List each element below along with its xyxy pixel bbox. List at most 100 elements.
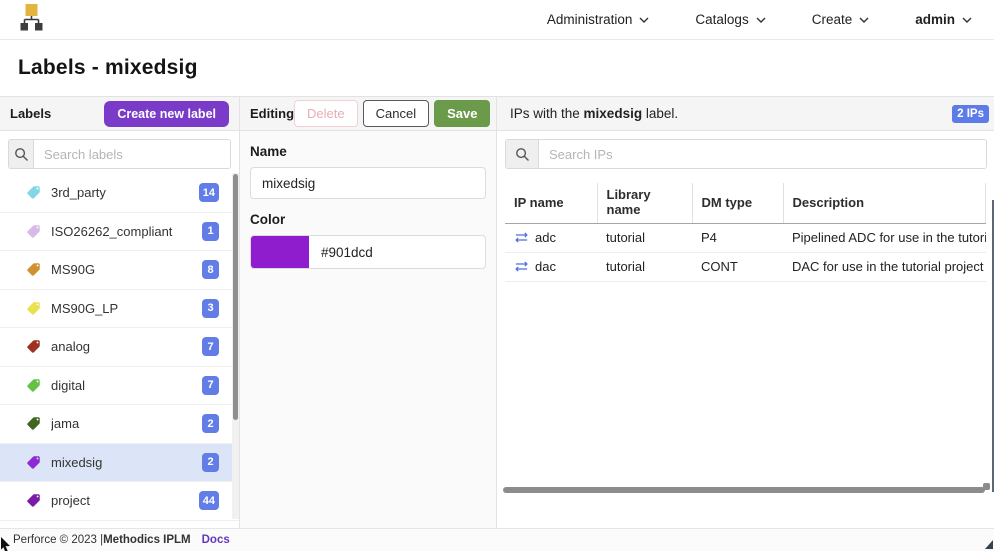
nav-user-menu[interactable]: admin: [915, 12, 972, 27]
col-header-description[interactable]: Description: [783, 183, 986, 224]
page-title: Labels - mixedsig: [18, 56, 198, 80]
search-icon[interactable]: [9, 140, 34, 168]
label-count-badge: 1: [202, 222, 219, 241]
name-input[interactable]: [250, 167, 486, 199]
editing-panel-title: Editing: [250, 106, 294, 121]
cancel-button[interactable]: Cancel: [363, 100, 429, 127]
chevron-down-icon: [962, 17, 972, 23]
save-button[interactable]: Save: [434, 100, 490, 127]
label-name: MS90G: [51, 262, 202, 277]
labels-scrollbar-track[interactable]: [232, 173, 239, 519]
label-count-badge: 14: [199, 183, 219, 202]
col-header-ip-name[interactable]: IP name: [505, 183, 597, 224]
label-count-badge: 7: [202, 376, 219, 395]
labels-search-wrap: [0, 131, 239, 174]
label-name: 3rd_party: [51, 185, 199, 200]
top-nav: Administration Catalogs Create admin: [547, 12, 972, 27]
color-field-label: Color: [250, 212, 486, 227]
main-content: Labels Create new label 3rd_party14ISO26…: [0, 97, 994, 528]
nav-catalogs-label: Catalogs: [695, 12, 748, 27]
nav-user-label: admin: [915, 12, 955, 27]
label-name: digital: [51, 378, 202, 393]
ip-name[interactable]: dac: [535, 259, 556, 274]
ips-header-suffix: label.: [642, 106, 678, 121]
label-row-jama[interactable]: jama2: [0, 405, 239, 444]
label-count-badge: 44: [199, 491, 219, 510]
color-hex-value: #901dcd: [309, 236, 373, 268]
label-name: project: [51, 493, 199, 508]
label-row-MS90G_LP[interactable]: MS90G_LP3: [0, 290, 239, 329]
tag-icon: [26, 455, 41, 470]
search-icon[interactable]: [506, 140, 539, 168]
ips-count-badge: 2 IPs: [952, 105, 989, 123]
editing-panel: Editing Delete Cancel Save Name Color #9…: [240, 97, 497, 528]
color-picker-field[interactable]: #901dcd: [250, 235, 486, 269]
topbar: Administration Catalogs Create admin: [0, 0, 994, 40]
ip-name[interactable]: adc: [535, 230, 556, 245]
editing-panel-header: Editing Delete Cancel Save: [240, 97, 496, 131]
label-row-analog[interactable]: analog7: [0, 328, 239, 367]
ip-swap-icon: [514, 259, 529, 274]
ips-header-prefix: IPs with the: [510, 106, 584, 121]
ips-table-header-row: IP name Library name DM type Description: [505, 183, 986, 224]
ip-row-adc[interactable]: adc tutorialP4Pipelined ADC for use in th…: [505, 224, 986, 253]
ips-horizontal-scrollbar-thumb[interactable]: [503, 487, 985, 493]
nav-administration-label: Administration: [547, 12, 633, 27]
tag-icon: [26, 339, 41, 354]
titlebar: Labels - mixedsig: [0, 40, 994, 97]
ips-search-wrap: [497, 131, 994, 169]
create-new-label-button[interactable]: Create new label: [104, 101, 229, 127]
chevron-down-icon: [639, 17, 649, 23]
tag-icon: [26, 301, 41, 316]
app-window: Administration Catalogs Create admin Lab…: [0, 0, 994, 551]
label-count-badge: 8: [202, 260, 219, 279]
ips-header-label-name: mixedsig: [584, 106, 643, 121]
color-swatch[interactable]: [251, 236, 309, 268]
footer-copyright: Perforce © 2023 |: [13, 534, 103, 546]
label-row-project[interactable]: project44: [0, 482, 239, 521]
nav-catalogs[interactable]: Catalogs: [695, 12, 765, 27]
label-count-badge: 2: [202, 453, 219, 472]
tag-icon: [26, 493, 41, 508]
label-row-3rd_party[interactable]: 3rd_party14: [0, 174, 239, 213]
labels-searchbox: [8, 139, 231, 169]
labels-panel-title: Labels: [10, 106, 51, 121]
ip-library: tutorial: [597, 253, 692, 282]
col-header-library-name[interactable]: Library name: [597, 183, 692, 224]
tag-icon: [26, 185, 41, 200]
nav-administration[interactable]: Administration: [547, 12, 650, 27]
ip-row-dac[interactable]: dactutorialCONTDAC for use in the tutori…: [505, 253, 986, 282]
mouse-cursor: [0, 537, 14, 551]
label-name: mixedsig: [51, 455, 202, 470]
labels-scrollbar-thumb[interactable]: [233, 174, 238, 420]
label-row-digital[interactable]: digital7: [0, 367, 239, 406]
ips-search-input[interactable]: [539, 140, 986, 168]
label-count-badge: 7: [202, 337, 219, 356]
nav-create[interactable]: Create: [812, 12, 870, 27]
labels-panel-header: Labels Create new label: [0, 97, 239, 131]
label-row-ISO26262_compliant[interactable]: ISO26262_compliant1: [0, 213, 239, 252]
label-edit-form: Name Color #901dcd: [240, 144, 496, 269]
footer-brand: Methodics IPLM: [103, 534, 191, 546]
labels-search-input[interactable]: [34, 140, 230, 168]
docs-link[interactable]: Docs: [202, 534, 230, 546]
delete-button[interactable]: Delete: [294, 100, 358, 127]
ips-searchbox: [505, 139, 987, 169]
scrollbar-end-mark: [983, 483, 990, 490]
tag-icon: [26, 416, 41, 431]
ips-table: IP name Library name DM type Description…: [505, 183, 986, 282]
ip-description: Pipelined ADC for use in the tutoria...: [783, 224, 986, 253]
label-row-mixedsig[interactable]: mixedsig2: [0, 444, 239, 483]
col-header-dm-type[interactable]: DM type: [692, 183, 783, 224]
label-name: MS90G_LP: [51, 301, 202, 316]
label-count-badge: 3: [202, 299, 219, 318]
app-logo-icon[interactable]: [18, 3, 44, 36]
name-field-label: Name: [250, 144, 486, 159]
ips-panel-header: IPs with the mixedsig label. 2 IPs: [497, 97, 994, 131]
editing-buttons: Delete Cancel Save: [294, 100, 490, 127]
ip-library: tutorial: [597, 224, 692, 253]
resize-corner-mark: [985, 540, 993, 549]
label-row-MS90G[interactable]: MS90G8: [0, 251, 239, 290]
tag-icon: [26, 224, 41, 239]
ip-dm-type: P4: [692, 224, 783, 253]
